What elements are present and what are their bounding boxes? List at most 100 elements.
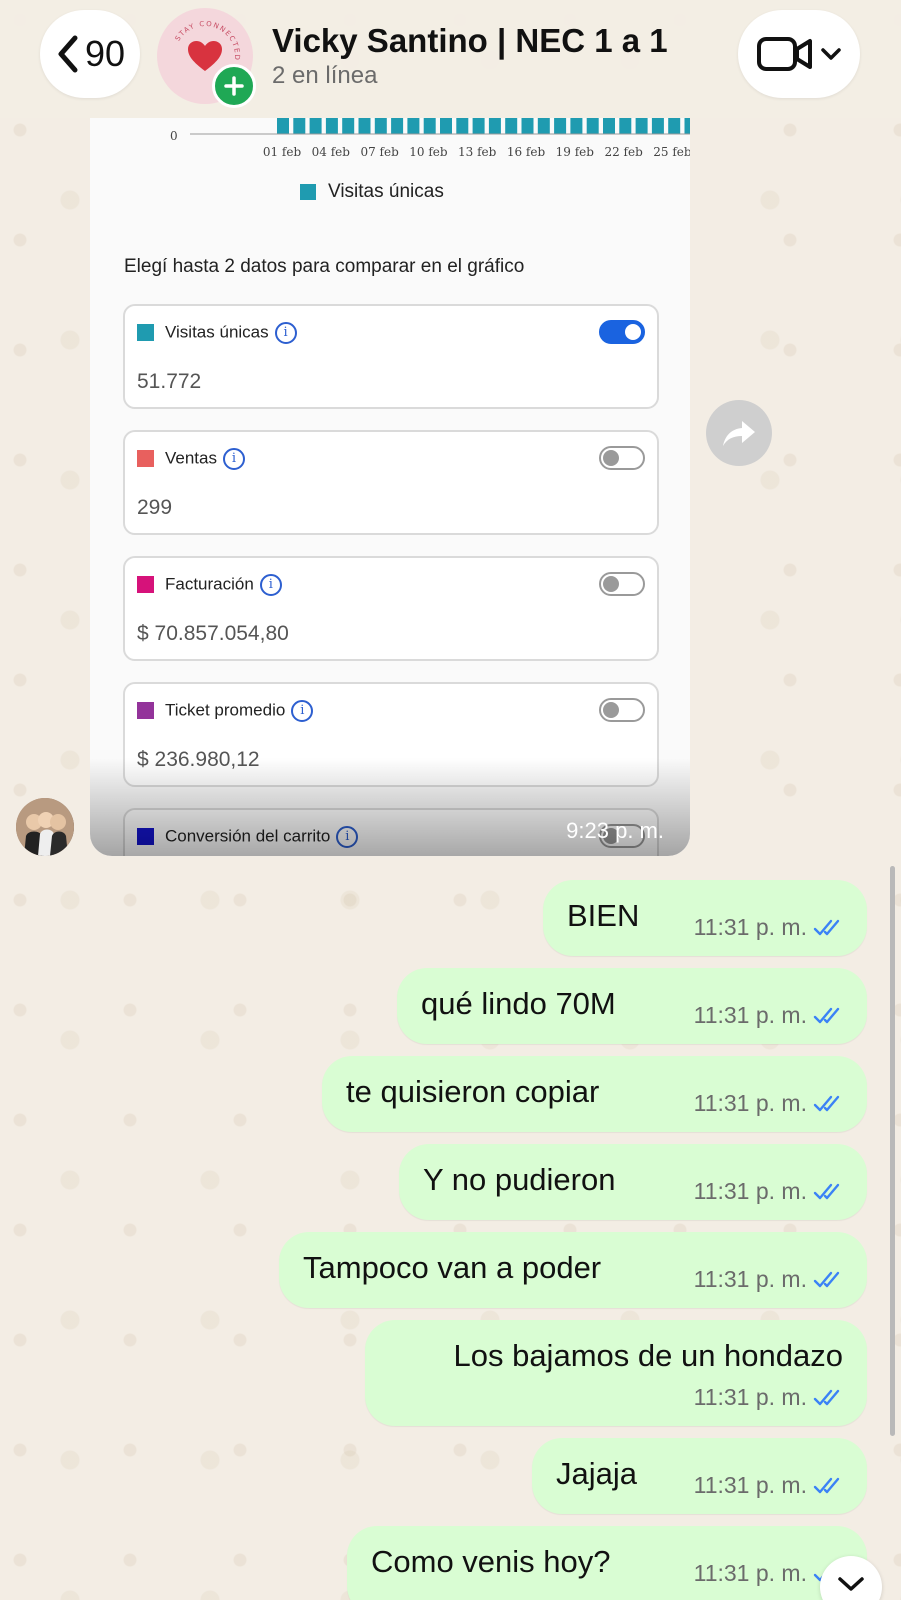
chart-bar [619, 118, 632, 134]
message-time: 11:31 p. m. [693, 1002, 807, 1028]
metric-toggle[interactable] [599, 572, 645, 596]
metric-label: Ticket promedio i [165, 700, 314, 722]
message-meta: 11:31 p. m. [694, 1472, 845, 1499]
bar-chart: 0 01 feb 04 feb 07 feb 10 feb 13 feb 16 feb 19… [170, 118, 690, 159]
read-receipt-icon [813, 1095, 840, 1111]
chart-bar [358, 118, 371, 134]
info-icon[interactable]: i [259, 574, 282, 596]
message-text: Y no pudieron [423, 1162, 616, 1197]
metric-label: Visitas únicas i [165, 322, 297, 344]
chart-bar [456, 118, 469, 134]
chart-bar [309, 118, 322, 134]
metric-label: Facturación i [165, 574, 282, 596]
outgoing-message[interactable]: Y no pudieron 11:31 p. m. [399, 1144, 867, 1220]
message-time: 11:31 p. m. [693, 1560, 807, 1586]
forward-button[interactable] [706, 400, 772, 466]
outgoing-message[interactable]: Tampoco van a poder 11:31 p. m. [279, 1232, 867, 1308]
chart-bar [537, 118, 550, 134]
metric-swatch [137, 450, 154, 467]
message-text: Los bajamos de un hondazo [453, 1338, 843, 1373]
message-time: 11:31 p. m. [693, 1178, 807, 1204]
x-tick-label: 13 feb [458, 145, 497, 159]
shared-screenshot[interactable]: 0 01 feb 04 feb 07 feb 10 feb 13 feb 16 feb 19… [90, 118, 690, 856]
message-text: Jajaja [556, 1456, 637, 1491]
message-meta: 11:31 p. m. [694, 1384, 845, 1411]
metric-label-text: Facturación [165, 574, 254, 594]
legend-label: Visitas únicas [328, 181, 444, 202]
metric-swatch [137, 576, 154, 593]
chart-bar [635, 118, 648, 134]
chart-bar [521, 118, 534, 134]
heart-icon [188, 41, 222, 71]
message-time: 11:31 p. m. [693, 1090, 807, 1116]
outgoing-message[interactable]: Los bajamos de un hondazo 11:31 p. m. [365, 1320, 867, 1426]
info-icon[interactable]: i [274, 322, 297, 344]
metric-label: Ventas i [165, 448, 245, 470]
chart-bar [293, 118, 306, 134]
y-tick-label: 0 [170, 129, 178, 143]
chart-bar [277, 118, 289, 134]
metric-card[interactable]: Facturación i $ 70.857.054,80 [123, 556, 659, 661]
message-text: te quisieron copiar [346, 1074, 600, 1109]
image-timestamp: 9:23 p. m. [566, 818, 664, 843]
metric-label-text: Visitas únicas [165, 322, 269, 342]
outgoing-message[interactable]: BIEN 11:31 p. m. [543, 880, 867, 956]
metric-toggle[interactable] [599, 698, 645, 722]
scrollbar[interactable] [890, 866, 895, 1436]
compare-title: Elegí hasta 2 datos para comparar en el … [124, 256, 525, 277]
x-tick-label: 07 feb [360, 145, 399, 159]
legend-swatch [300, 184, 316, 200]
read-receipt-icon [813, 1389, 840, 1405]
video-camera-icon [757, 37, 812, 71]
chart-bar [668, 118, 681, 134]
metric-label-text: Ticket promedio [165, 700, 286, 720]
message-meta: 11:31 p. m. [694, 1266, 845, 1293]
metric-value: 299 [137, 496, 173, 519]
outgoing-message[interactable]: qué lindo 70M 11:31 p. m. [397, 968, 867, 1044]
toggle-knob [603, 450, 619, 466]
outgoing-message[interactable]: Como venis hoy? 11:31 p. m. [347, 1526, 867, 1600]
read-receipt-icon [813, 1271, 840, 1287]
chart-bar [488, 118, 501, 134]
metric-toggle[interactable] [599, 446, 645, 470]
chat-title[interactable]: Vicky Santino | NEC 1 a 1 [272, 22, 668, 60]
chart-bar [391, 118, 404, 134]
metric-toggle[interactable] [599, 320, 645, 344]
chat-header: 90 STAY CONNECTED Vicky Santino | NEC 1 … [0, 0, 901, 118]
chart-bar [586, 118, 599, 134]
outgoing-message[interactable]: Jajaja 11:31 p. m. [532, 1438, 867, 1514]
metric-card[interactable]: Ventas i 299 [123, 430, 659, 535]
outgoing-message[interactable]: te quisieron copiar 11:31 p. m. [322, 1056, 867, 1132]
chart-bar [472, 118, 485, 134]
metric-label-text: Ventas [165, 448, 217, 468]
image-message[interactable]: 0 01 feb 04 feb 07 feb 10 feb 13 feb 16 feb 19… [90, 118, 690, 856]
message-meta: 11:31 p. m. [694, 914, 845, 941]
x-tick-label: 16 feb [507, 145, 546, 159]
x-tick-label: 19 feb [556, 145, 595, 159]
chat-subtitle: 2 en línea [272, 62, 378, 89]
metric-card[interactable]: Visitas únicas i 51.772 [123, 304, 659, 409]
metric-value: $ 70.857.054,80 [137, 622, 289, 645]
message-text: qué lindo 70M [421, 986, 616, 1021]
forward-icon [723, 421, 755, 446]
info-icon[interactable]: i [223, 448, 245, 470]
chart-bar [651, 118, 664, 134]
chart-bar [374, 118, 387, 134]
message-meta: 11:31 p. m. [694, 1002, 845, 1029]
message-meta: 11:31 p. m. [694, 1178, 845, 1205]
info-icon[interactable]: i [291, 700, 314, 722]
chevron-down-icon [821, 48, 841, 60]
chart-bar [570, 118, 583, 134]
sender-avatar[interactable] [16, 798, 74, 856]
back-button[interactable]: 90 [40, 10, 140, 98]
message-time: 11:31 p. m. [693, 1266, 807, 1292]
video-call-button[interactable] [738, 10, 860, 98]
chart-bar [342, 118, 355, 134]
message-text: BIEN [567, 898, 640, 933]
message-time: 11:31 p. m. [693, 1384, 807, 1410]
message-text: Tampoco van a poder [303, 1250, 602, 1285]
x-tick-label: 25 feb [653, 145, 690, 159]
add-participant-button[interactable] [212, 64, 256, 108]
chevron-left-icon [58, 35, 78, 73]
x-tick-label: 04 feb [312, 145, 351, 159]
